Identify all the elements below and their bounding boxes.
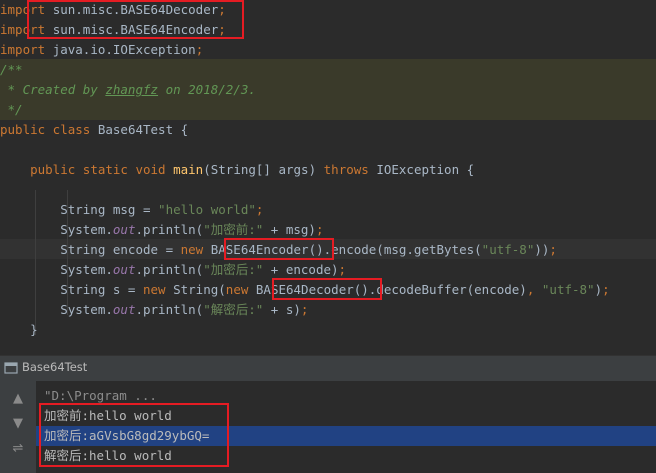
code-token: out: [112, 262, 136, 277]
code-token: ;: [602, 282, 610, 297]
code-token: IOException {: [376, 162, 475, 177]
code-token: String s =: [0, 282, 143, 297]
code-token: String(: [173, 282, 226, 297]
code-token: "解密后:": [203, 302, 264, 317]
code-token: String encode =: [0, 242, 181, 257]
code-token: )): [534, 242, 550, 257]
code-token: System.: [0, 302, 113, 317]
code-token: /**: [0, 62, 23, 77]
code-line[interactable]: String msg = "hello world";: [0, 200, 263, 220]
code-token: ;: [195, 42, 204, 57]
code-token: public static void: [30, 162, 174, 177]
code-token: System.: [0, 222, 113, 237]
code-line[interactable]: import java.io.IOException;: [0, 40, 203, 60]
code-token: out: [112, 302, 136, 317]
code-line[interactable]: }: [0, 320, 38, 340]
code-token: zhangfz: [105, 82, 159, 97]
encoder-highlight-box: [224, 238, 334, 260]
code-token: new: [225, 282, 256, 297]
code-token: .println(: [135, 222, 204, 237]
code-token: ;: [255, 202, 264, 217]
code-token: .println(: [135, 302, 204, 317]
scroll-down-icon[interactable]: ▼: [8, 414, 28, 434]
code-token: */: [0, 102, 23, 117]
code-line[interactable]: public static void main(String[] args) t…: [0, 160, 474, 180]
code-token: ,: [526, 282, 542, 297]
code-token: new: [180, 242, 211, 257]
code-token: "utf-8": [481, 242, 535, 257]
code-token: throws: [323, 162, 377, 177]
code-token: + msg): [263, 222, 316, 237]
code-token: java.io.IOException: [52, 42, 196, 57]
code-token: new: [143, 282, 174, 297]
code-token: main: [173, 162, 204, 177]
output-highlight-box: [39, 403, 229, 467]
import-highlight-box: [27, 0, 244, 39]
code-token: public class: [0, 122, 98, 137]
code-token: "加密前:": [203, 222, 264, 237]
code-line[interactable]: * Created by zhangfz on 2018/2/3.: [0, 80, 256, 100]
code-token: Base64Test {: [97, 122, 189, 137]
code-token: (String[] args): [203, 162, 324, 177]
code-token: ;: [549, 242, 557, 257]
code-token: "hello world": [158, 202, 256, 217]
code-editor[interactable]: import sun.misc.BASE64Decoder; import sun…: [0, 0, 656, 355]
code-line[interactable]: System.out.println("加密前:" + msg);: [0, 220, 324, 240]
decoder-highlight-box: [272, 278, 382, 300]
code-line[interactable]: */: [0, 100, 23, 120]
run-tab-title[interactable]: Base64Test: [22, 360, 87, 374]
code-token: * Created by: [0, 82, 106, 97]
code-token: "加密后:": [203, 262, 264, 277]
code-token: String msg =: [0, 202, 159, 217]
code-token: import: [0, 42, 53, 57]
code-token: System.: [0, 262, 113, 277]
code-token: out: [112, 222, 136, 237]
code-token: ;: [315, 222, 324, 237]
code-token: + s): [263, 302, 301, 317]
run-config-icon: [4, 362, 18, 374]
code-line[interactable]: System.out.println("加密后:" + encode);: [0, 260, 346, 280]
code-token: "utf-8": [541, 282, 595, 297]
soft-wrap-icon[interactable]: ⇌: [8, 439, 28, 459]
code-token: .println(: [135, 262, 204, 277]
code-line[interactable]: public class Base64Test {: [0, 120, 188, 140]
code-token: + encode): [263, 262, 339, 277]
code-token: ): [594, 282, 603, 297]
code-line[interactable]: /**: [0, 60, 23, 80]
code-token: on 2018/2/3.: [158, 82, 256, 97]
code-token: ;: [300, 302, 309, 317]
console-toolbar: ▲ ▼ ⇌: [0, 381, 36, 473]
scroll-up-icon[interactable]: ▲: [8, 389, 28, 409]
code-line[interactable]: System.out.println("解密后:" + s);: [0, 300, 308, 320]
run-toolwindow-header[interactable]: Base64Test: [0, 355, 656, 381]
code-token: }: [0, 322, 38, 337]
code-token: ;: [338, 262, 347, 277]
